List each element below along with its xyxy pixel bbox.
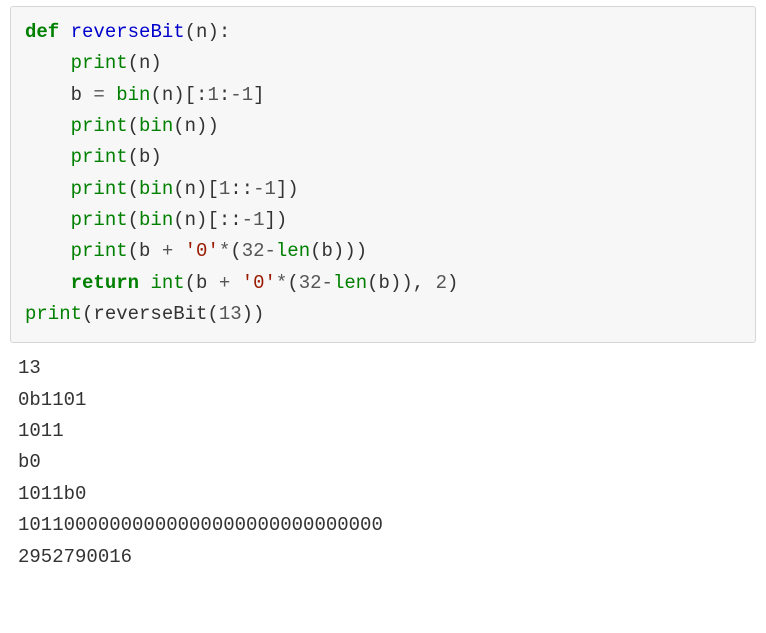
indent (25, 209, 71, 231)
args-mid: (b)), (367, 272, 435, 294)
builtin-len: len (333, 272, 367, 294)
args-open: (b (128, 240, 162, 262)
builtin-bin: bin (116, 84, 150, 106)
op-star: * (276, 272, 287, 294)
args-close: (b))) (310, 240, 367, 262)
slice: (n)[:: (173, 209, 241, 231)
num-32: 32 (299, 272, 322, 294)
args-close: (n)) (173, 115, 219, 137)
op-equals: = (93, 84, 104, 106)
builtin-len: len (276, 240, 310, 262)
indent (25, 178, 71, 200)
indent (25, 240, 71, 262)
signature-punct: (n): (185, 21, 231, 43)
space (59, 21, 70, 43)
colons: :: (230, 178, 253, 200)
indent (25, 146, 71, 168)
paren-open: ( (287, 272, 298, 294)
paren-open: ( (230, 240, 241, 262)
builtin-bin: bin (139, 209, 173, 231)
builtin-int: int (150, 272, 184, 294)
num-13: 13 (219, 303, 242, 325)
num-1: 1 (253, 209, 264, 231)
builtin-bin: bin (139, 115, 173, 137)
slice-open: (n)[: (150, 84, 207, 106)
num-1: 1 (219, 178, 230, 200)
builtin-print: print (71, 178, 128, 200)
num-1: 1 (207, 84, 218, 106)
num-1b: 1 (264, 178, 275, 200)
keyword-return: return (71, 272, 139, 294)
slice-close: ]) (264, 209, 287, 231)
space (173, 240, 184, 262)
op-star: * (219, 240, 230, 262)
builtin-print: print (71, 146, 128, 168)
paren-open: ( (128, 115, 139, 137)
slice-open: (n)[ (173, 178, 219, 200)
keyword-def: def (25, 21, 59, 43)
string-zero: '0' (185, 240, 219, 262)
colon: : (219, 84, 230, 106)
space (139, 272, 150, 294)
builtin-bin: bin (139, 178, 173, 200)
funcname: reverseBit (71, 21, 185, 43)
args: (n) (128, 52, 162, 74)
indent (25, 115, 71, 137)
paren-open: ( (128, 178, 139, 200)
op-minus: - (322, 272, 333, 294)
op-minus: - (253, 178, 264, 200)
indent (25, 272, 71, 294)
op-minus: - (242, 209, 253, 231)
paren-close: ) (447, 272, 458, 294)
string-zero: '0' (242, 272, 276, 294)
output-line-6: 10110000000000000000000000000000 (18, 514, 383, 536)
indent (25, 52, 71, 74)
slice-close: ]) (276, 178, 299, 200)
code-block: def reverseBit(n): print(n) b = bin(n)[:… (10, 6, 756, 343)
num-2: 2 (436, 272, 447, 294)
paren-open: ( (128, 209, 139, 231)
output-line-2: 0b1101 (18, 389, 86, 411)
builtin-print: print (25, 303, 82, 325)
num-1b: 1 (242, 84, 253, 106)
output-line-3: 1011 (18, 420, 64, 442)
args: (b) (128, 146, 162, 168)
builtin-print: print (71, 52, 128, 74)
num-32: 32 (242, 240, 265, 262)
op-minus: - (230, 84, 241, 106)
output-line-4: b0 (18, 451, 41, 473)
op-minus: - (265, 240, 276, 262)
space (230, 272, 241, 294)
output-line-5: 1011b0 (18, 483, 86, 505)
args-open: (b (185, 272, 219, 294)
builtin-print: print (71, 240, 128, 262)
call-close: )) (242, 303, 265, 325)
output-line-1: 13 (18, 357, 41, 379)
slice-close: ] (253, 84, 264, 106)
indent-assign: b (25, 84, 93, 106)
space (105, 84, 116, 106)
output-block: 13 0b1101 1011 b0 1011b0 101100000000000… (18, 353, 748, 572)
builtin-print: print (71, 209, 128, 231)
builtin-print: print (71, 115, 128, 137)
op-plus: + (162, 240, 173, 262)
op-plus: + (219, 272, 230, 294)
output-line-7: 2952790016 (18, 546, 132, 568)
call-open: (reverseBit( (82, 303, 219, 325)
